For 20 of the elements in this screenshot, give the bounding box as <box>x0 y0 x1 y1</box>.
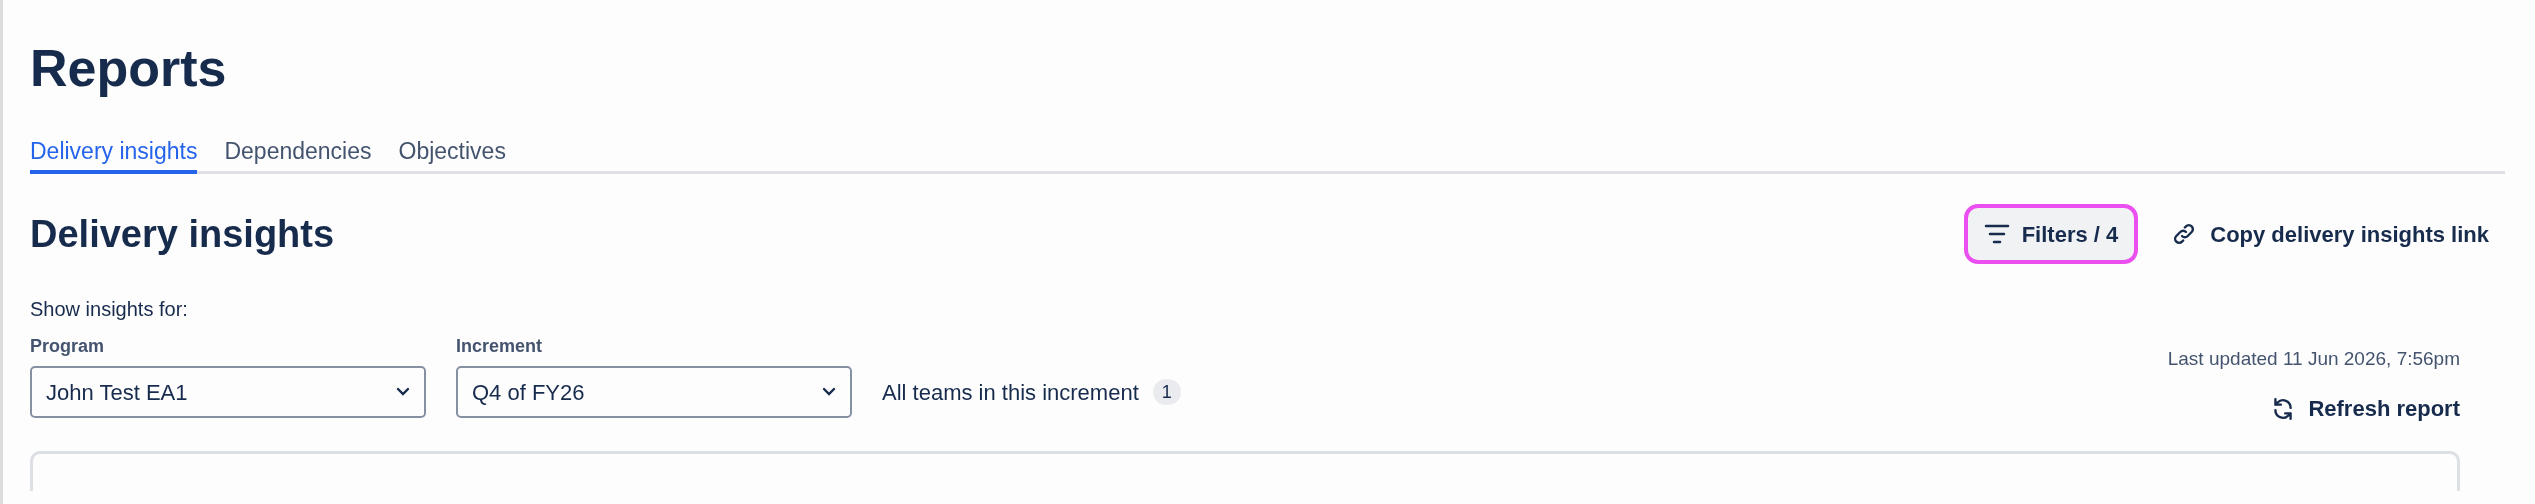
field-label: Program <box>30 335 105 358</box>
show-insights-label: Show insights for: <box>30 297 188 322</box>
chevron-down-icon <box>396 387 410 397</box>
filters-button[interactable]: Filters / 4 <box>1963 204 2139 264</box>
page-title: Reports <box>30 38 227 98</box>
field-label: Increment <box>456 335 543 358</box>
section-title: Delivery insights <box>30 212 335 257</box>
refresh-button[interactable]: Refresh report <box>2270 392 2460 425</box>
select-field[interactable]: John Test EA1 <box>30 366 426 418</box>
chevron-down-icon <box>822 387 836 397</box>
tab[interactable]: Delivery insights <box>30 136 198 174</box>
count-badge: 1 <box>1152 379 1181 405</box>
filter-icon <box>1983 223 2010 245</box>
tab[interactable]: Dependencies <box>224 136 372 174</box>
tab[interactable]: Objectives <box>398 136 506 174</box>
last-updated-text: Last updated 11 Jun 2026, 7:56pm <box>2167 347 2460 371</box>
link-icon <box>2172 222 2197 246</box>
select-field[interactable]: Q4 of FY26 <box>456 366 852 418</box>
copy-link-button[interactable]: Copy delivery insights link <box>2172 217 2489 251</box>
teams-label: All teams in this increment <box>882 378 1139 407</box>
